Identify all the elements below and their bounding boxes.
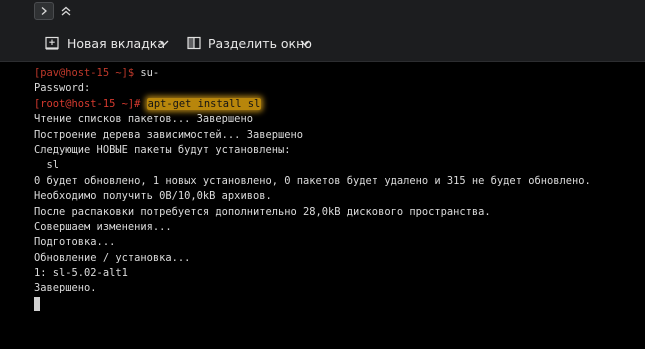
new-tab-menu-button[interactable]: [158, 24, 170, 62]
chevron-down-icon: [300, 40, 310, 46]
terminal-line: Совершаем изменения...: [34, 220, 172, 233]
chevrons-up-icon: [61, 6, 71, 16]
terminal-line: Завершено.: [34, 282, 97, 295]
terminal-line: Следующие НОВЫЕ пакеты будут установлены…: [34, 143, 291, 156]
terminal-line: [root@host-15 ~]# apt-get install sl: [34, 97, 645, 112]
terminal-line: После распаковки потребуется дополнитель…: [34, 205, 491, 218]
terminal-output[interactable]: [pav@host-15 ~]$ su- Password: [root@hos…: [0, 62, 645, 349]
split-view-label: Разделить окно: [208, 35, 312, 51]
terminal-line: Чтение списков пакетов... Завершено: [34, 113, 253, 126]
terminal-line: Подготовка...: [34, 236, 116, 249]
expand-button[interactable]: [34, 2, 54, 20]
terminal-line: 0 будет обновлено, 1 новых установлено, …: [34, 174, 591, 187]
split-view-icon: [187, 36, 201, 50]
title-bar: [0, 0, 645, 24]
command-text: su-: [134, 67, 160, 79]
terminal-line: Построение дерева зависимостей... Заверш…: [34, 128, 303, 141]
terminal-line: Необходимо получить 0B/10,0kB архивов.: [34, 190, 272, 203]
highlighted-command: apt-get install sl: [146, 97, 262, 110]
new-tab-label: Новая вкладка: [67, 35, 165, 51]
terminal-line: [34, 296, 645, 312]
user-prompt: [pav@host-15 ~]$: [34, 67, 135, 79]
split-view-button[interactable]: Разделить окно: [187, 24, 312, 62]
terminal-line: Обновление / установка...: [34, 251, 191, 264]
text-cursor: [34, 296, 40, 311]
chevron-right-icon: [41, 7, 47, 15]
split-view-menu-button[interactable]: [299, 24, 311, 62]
root-prompt: [root@host-15 ~]#: [34, 97, 141, 110]
terminal-line: Password:: [34, 82, 91, 95]
new-tab-button[interactable]: Новая вкладка: [45, 24, 165, 62]
terminal-line: [pav@host-15 ~]$ su-: [34, 66, 645, 81]
terminal-line: sl: [34, 159, 60, 172]
new-tab-icon: [45, 36, 59, 50]
chevron-down-icon: [159, 40, 169, 46]
collapse-button[interactable]: [56, 2, 76, 20]
terminal-line: 1: sl-5.02-alt1: [34, 267, 128, 280]
terminal-window: Новая вкладка Разделить окно [pav@host-1…: [0, 0, 645, 349]
toolbar: Новая вкладка Разделить окно: [0, 24, 645, 62]
